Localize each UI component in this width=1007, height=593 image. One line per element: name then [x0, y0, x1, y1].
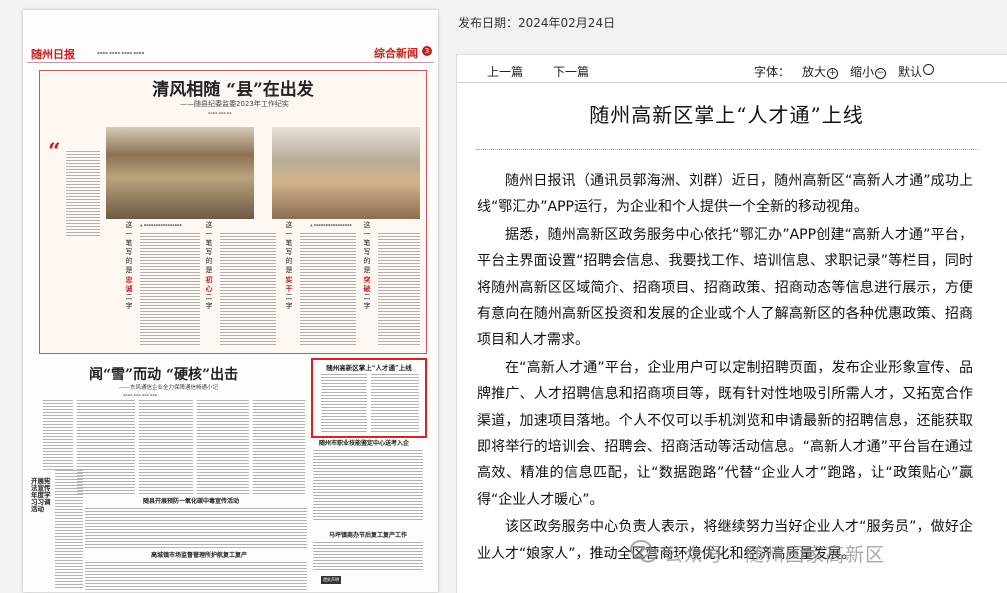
article-paragraph: 随州日报讯（通讯员郭海洲、刘群）近日，随州高新区“高新人才通”成功上线“鄂汇办”…	[477, 173, 973, 216]
font-size-label: 字体：	[754, 65, 791, 79]
story2-headline[interactable]: 闻“雪”而动 “硬核”出击	[89, 364, 238, 384]
highlighted-article-box[interactable]: 随州高新区掌上“人才通”上线	[311, 358, 427, 438]
story5-text-lines	[313, 542, 423, 572]
story2-subhead: ——东风通信企业全力保障通信畅通小记	[119, 385, 219, 391]
photo-caption-2: ▲ ▪▪▪▪▪▪▪▪▪▪▪▪▪▪▪▪	[310, 223, 352, 227]
column-text-lines-1	[140, 233, 200, 345]
highlighted-text-lines-b	[371, 374, 419, 432]
story2-text-lines-d	[197, 400, 249, 496]
section-name: 综合新闻	[374, 47, 418, 60]
column-vertical-title-4: 这一笔写的是突破二字	[363, 221, 371, 310]
feature-byline: ▪▪▪▪ ▪▪▪ ▪▪	[208, 111, 232, 115]
column-vertical-title-3: 这一笔写的是实干二字	[285, 221, 293, 310]
conference-photo-1	[106, 127, 254, 219]
article-panel: 上一篇 下一篇 字体： 放大 + 缩小 − 默认 随州高新区掌上“人才通”上线 随州…	[456, 54, 1007, 593]
column-vertical-title-1: 这一笔写的是忠诚二字	[125, 221, 133, 310]
font-shrink-button[interactable]: 缩小 −	[850, 63, 887, 80]
page-number-badge: 3	[422, 46, 432, 56]
story6-headline[interactable]: 高城镇市场监督管理所护航复工复产	[151, 550, 247, 559]
column-text-lines-2	[220, 233, 276, 345]
circle-icon	[923, 64, 935, 75]
story6-text-lines	[85, 562, 307, 590]
font-enlarge-label: 放大	[802, 65, 827, 79]
newspaper-pane: 随州日报 ▪▪▪▪ ▪▪▪▪ ▪▪▪▪ ▪▪▪▪ 综合新闻 3 清风相随 “县”…	[0, 0, 445, 592]
highlighted-article-title: 随州高新区掌上“人才通”上线	[326, 364, 412, 372]
toolbar-divider	[457, 82, 1007, 83]
publish-date: 发布日期：2024年02月24日	[458, 16, 616, 30]
story2-byline: ▪▪▪▪ ▪▪▪ ▪▪▪ ▪▪▪	[123, 393, 158, 397]
highlighted-text-lines-a	[321, 374, 367, 432]
story4-headline[interactable]: 随县开展预防一氧化碳中毒宣传活动	[143, 496, 239, 505]
feature-headline: 清风相随 “县”在出发	[152, 80, 314, 100]
newspaper-logo: 随州日报	[31, 48, 75, 61]
story3-text-lines	[313, 450, 423, 520]
feature-story-block[interactable]: 清风相随 “县”在出发 ——随县纪委监委2023年工作纪实 ▪▪▪▪ ▪▪▪ ▪…	[39, 70, 427, 354]
story5-headline[interactable]: 马坪镇商办节后复工复产工作	[329, 530, 407, 539]
article-body: 随州日报讯（通讯员郭海洲、刘群）近日，随州高新区“高新人才通”成功上线“鄂汇办”…	[477, 168, 973, 568]
story3-headline[interactable]: 随州市职业技能鉴定中心送考入企	[319, 438, 409, 447]
photo-caption-1: ▲ ▪▪▪▪▪▪▪▪▪▪▪▪▪▪▪▪	[140, 223, 182, 227]
masthead-links: ▪▪▪▪ ▪▪▪▪ ▪▪▪▪ ▪▪▪▪	[97, 50, 145, 55]
article-paragraph: 在“高新人才通”平台，企业用户可以定制招聘页面，发布企业形象宣传、品牌推广、人才…	[477, 359, 973, 508]
story2-text-lines-b	[77, 400, 135, 496]
article-toolbar: 上一篇 下一篇 字体： 放大 + 缩小 − 默认	[457, 55, 1007, 85]
left-story-text-lines	[55, 470, 83, 588]
feature-subhead: ——随县纪委监委2023年工作纪实	[180, 100, 289, 108]
column-text-lines-3	[300, 233, 356, 345]
quote-mark-icon: “	[48, 139, 61, 165]
article-paragraph: 据悉，随州高新区政务服务中心依托“鄂汇办”APP创建“高新人才通”平台，平台主界…	[477, 226, 973, 349]
left-vertical-headline[interactable]: 开展宪法宣传年度学习习调活动	[31, 478, 53, 513]
prev-article-button[interactable]: 上一篇	[487, 63, 523, 80]
font-default-button[interactable]: 默认	[898, 63, 935, 80]
story2-text-lines-a	[43, 400, 73, 470]
plus-circle-icon: +	[827, 68, 839, 79]
story4-text-lines	[85, 508, 307, 548]
wechat-icon	[630, 540, 657, 563]
story2-text-lines-c	[139, 400, 193, 496]
font-shrink-label: 缩小	[850, 65, 875, 79]
newspaper-masthead: 随州日报 ▪▪▪▪ ▪▪▪▪ ▪▪▪▪ ▪▪▪▪ 综合新闻 3	[27, 46, 434, 63]
article-title: 随州高新区掌上“人才通”上线	[589, 103, 864, 127]
font-default-label: 默认	[898, 65, 923, 79]
font-enlarge-button[interactable]: 放大 +	[802, 63, 839, 80]
next-article-button[interactable]: 下一篇	[553, 63, 589, 80]
intro-text-lines	[66, 151, 100, 237]
story2-text-lines-e	[253, 400, 305, 496]
column-text-lines-4	[378, 233, 420, 345]
title-divider	[476, 149, 978, 150]
column-vertical-title-2: 这一笔写的是初心二字	[205, 221, 213, 310]
conference-photo-2	[272, 127, 420, 219]
watermark-text: 公众号 · 随州国家高新区	[664, 544, 886, 566]
notice-label: 遗失声明	[321, 576, 341, 584]
minus-circle-icon: −	[875, 68, 887, 79]
newspaper-page-image[interactable]: 随州日报 ▪▪▪▪ ▪▪▪▪ ▪▪▪▪ ▪▪▪▪ 综合新闻 3 清风相随 “县”…	[23, 10, 438, 592]
